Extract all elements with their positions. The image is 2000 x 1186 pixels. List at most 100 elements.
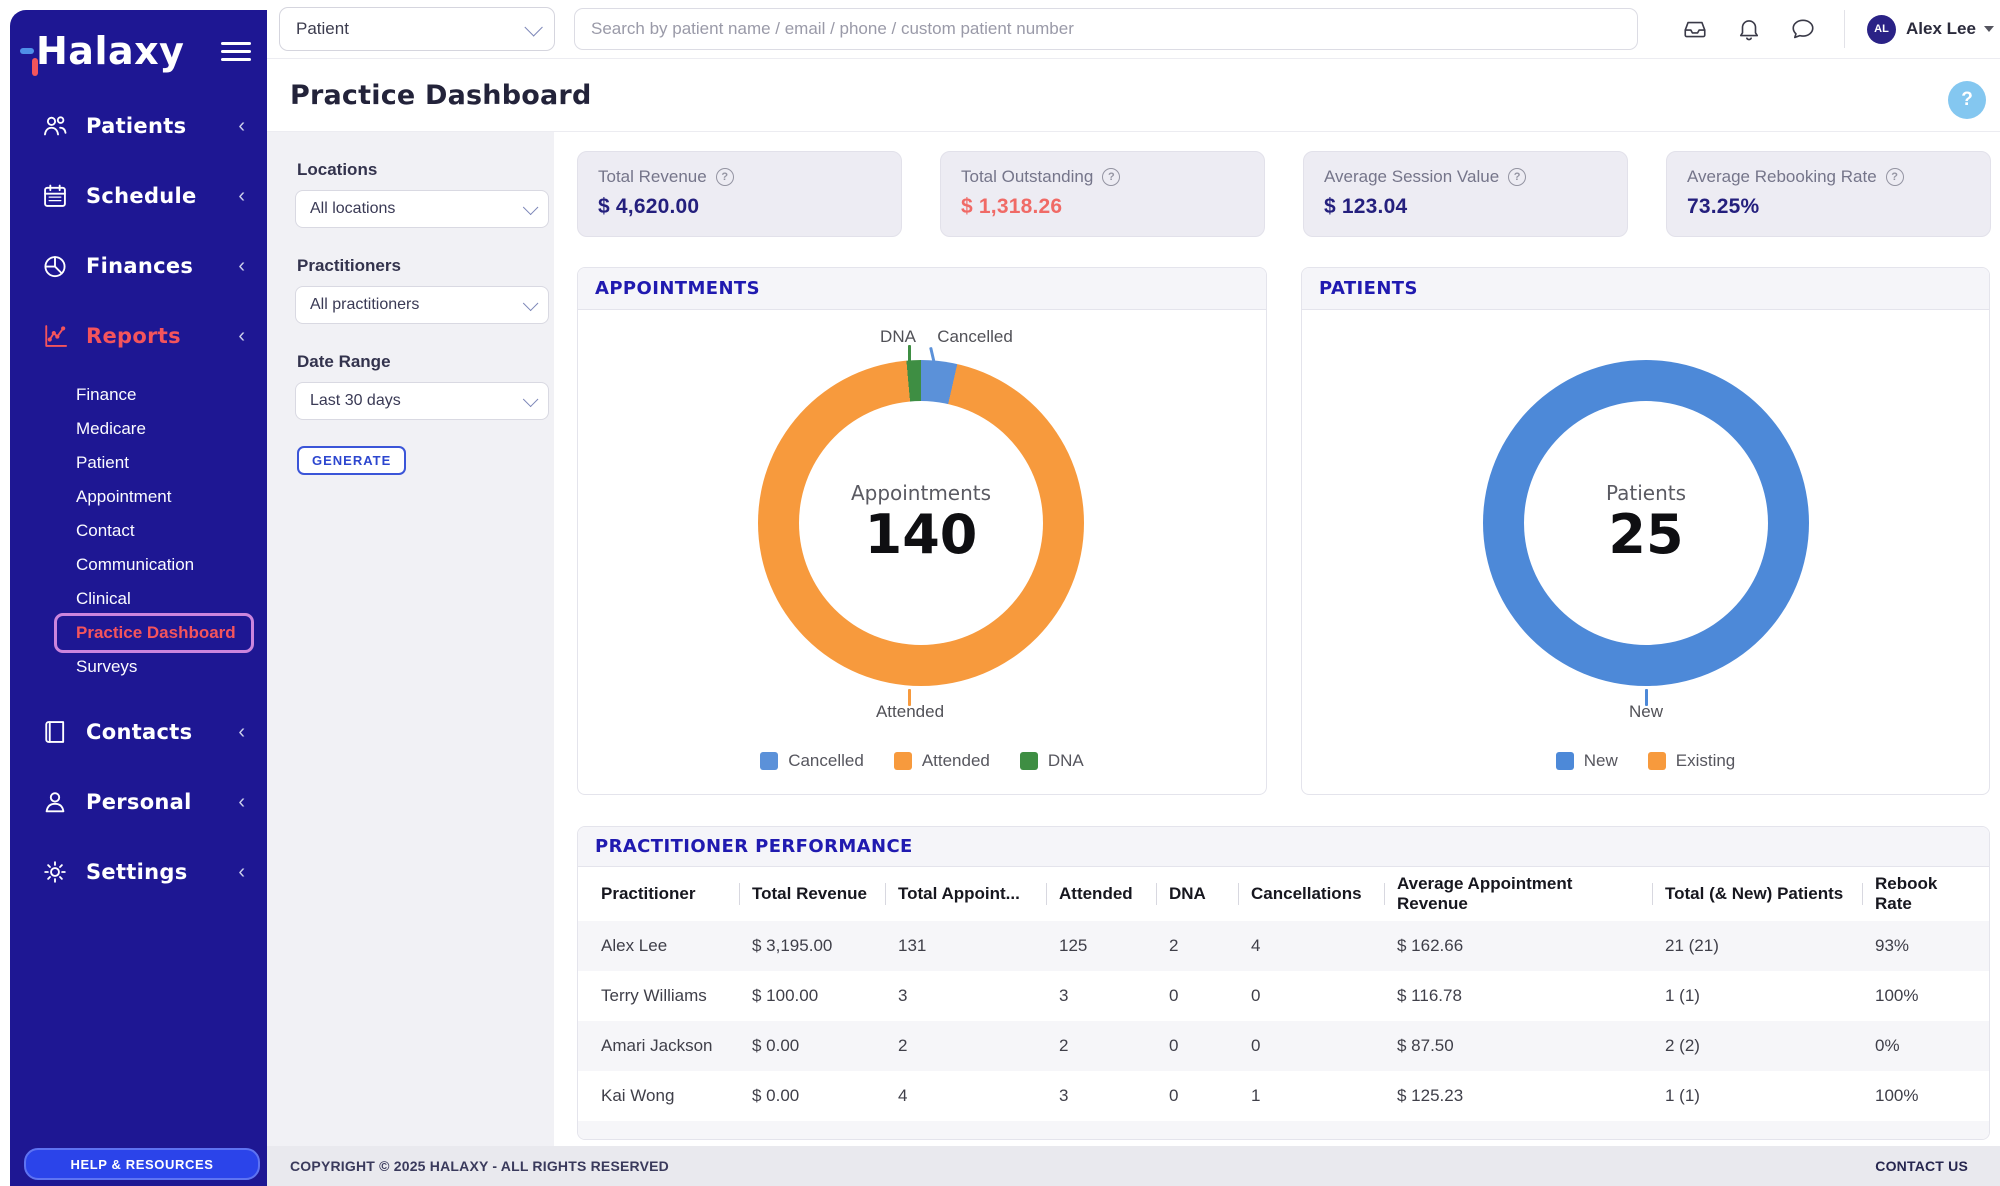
reports-subnav: Finance Medicare Patient Appointment Con… — [10, 378, 267, 684]
settings-gear-icon — [40, 857, 70, 887]
copyright-text: COPYRIGHT © 2025 HALAXY - ALL RIGHTS RES… — [290, 1158, 669, 1174]
chevron-left-icon: ‹ — [238, 792, 245, 812]
stat-card-average-session-value: Average Session Value ? $ 123.04 — [1303, 151, 1628, 237]
notifications-bell-icon[interactable] — [1736, 16, 1762, 42]
legend-item-existing[interactable]: Existing — [1648, 751, 1736, 771]
subnav-item-practice-dashboard[interactable]: Practice Dashboard — [10, 616, 267, 650]
help-circle-icon[interactable]: ? — [1886, 168, 1904, 186]
chevron-left-icon: ‹ — [238, 116, 245, 136]
sidebar-item-label: Finances — [86, 254, 193, 278]
appointments-donut-chart: Appointments 140 — [758, 360, 1084, 686]
sidebar-item-settings[interactable]: Settings ‹ — [24, 850, 253, 894]
locations-label: Locations — [297, 160, 554, 180]
cell-avg-appointment-revenue: $ 87.50 — [1397, 1036, 1665, 1056]
cell-practitioner: Alex Lee — [601, 936, 752, 956]
subnav-item-medicare[interactable]: Medicare — [10, 412, 267, 446]
finances-icon — [40, 251, 70, 281]
cell-dna: 0 — [1169, 1086, 1251, 1106]
subnav-item-surveys[interactable]: Surveys — [10, 650, 267, 684]
topbar-icons — [1682, 16, 1816, 42]
column-header: Attended — [1059, 884, 1169, 904]
subnav-item-patient[interactable]: Patient — [10, 446, 267, 480]
appointments-center-value: 140 — [865, 505, 978, 564]
search-input[interactable] — [591, 19, 1621, 39]
inbox-icon[interactable] — [1682, 16, 1708, 42]
patients-panel-header: PATIENTS — [1302, 268, 1989, 310]
legend-item-cancelled[interactable]: Cancelled — [760, 751, 864, 771]
column-header: Cancellations — [1251, 884, 1397, 904]
chat-icon[interactable] — [1790, 16, 1816, 42]
cell-cancellations: 4 — [1251, 936, 1397, 956]
subnav-item-label: Practice Dashboard — [76, 623, 236, 642]
sidebar-item-patients[interactable]: Patients ‹ — [24, 104, 253, 148]
sidebar-item-label: Schedule — [86, 184, 197, 208]
stat-card-average-rebooking-rate: Average Rebooking Rate ? 73.25% — [1666, 151, 1991, 237]
appointments-donut-center: Appointments 140 — [799, 401, 1043, 645]
chevron-left-icon: ‹ — [238, 256, 245, 276]
stat-label: Total Outstanding — [961, 167, 1093, 187]
topbar-divider — [1844, 10, 1845, 48]
table-row: Terry Williams $ 100.00 3 3 0 0 $ 116.78… — [578, 971, 1989, 1021]
subnav-item-appointment[interactable]: Appointment — [10, 480, 267, 514]
sidebar-item-personal[interactable]: Personal ‹ — [24, 780, 253, 824]
patients-donut-center: Patients 25 — [1524, 401, 1768, 645]
practitioner-performance-panel: PRACTITIONER PERFORMANCE Practitioner To… — [577, 826, 1990, 1140]
cell-rebook-rate: 0% — [1875, 1036, 1990, 1056]
practitioners-select[interactable]: All practitioners — [295, 286, 549, 324]
stat-value: $ 1,318.26 — [961, 195, 1244, 219]
practitioners-value: All practitioners — [310, 296, 419, 314]
subnav-item-clinical[interactable]: Clinical — [10, 582, 267, 616]
help-resources-button[interactable]: HELP & RESOURCES — [24, 1148, 260, 1180]
sidebar-item-label: Settings — [86, 860, 188, 884]
attended-callout-label: Attended — [850, 702, 970, 722]
subnav-item-contact[interactable]: Contact — [10, 514, 267, 548]
logo-blue-dash-icon — [20, 48, 34, 54]
appointments-center-label: Appointments — [851, 481, 991, 505]
chevron-down-icon — [523, 199, 539, 215]
stat-value: $ 4,620.00 — [598, 195, 881, 219]
legend-item-attended[interactable]: Attended — [894, 751, 990, 771]
help-circle-icon[interactable]: ? — [716, 168, 734, 186]
sidebar-item-finances[interactable]: Finances ‹ — [24, 244, 253, 288]
schedule-icon — [40, 181, 70, 211]
cell-rebook-rate: 100% — [1875, 986, 1990, 1006]
table-row: Alex Lee $ 3,195.00 131 125 2 4 $ 162.66… — [578, 921, 1989, 971]
halaxy-logo[interactable]: Halaxy — [36, 32, 184, 70]
sidebar-item-schedule[interactable]: Schedule ‹ — [24, 174, 253, 218]
table-header-row: Practitioner Total Revenue Total Appoint… — [578, 867, 1989, 921]
date-range-select[interactable]: Last 30 days — [295, 382, 549, 420]
help-button[interactable]: ? — [1948, 81, 1986, 119]
topbar: Patient AL Alex Lee — [267, 0, 2000, 59]
search-type-select[interactable]: Patient — [279, 7, 555, 51]
date-range-value: Last 30 days — [310, 392, 401, 410]
filters-panel: Locations All locations Practitioners Al… — [267, 132, 554, 1146]
legend-item-new[interactable]: New — [1556, 751, 1618, 771]
legend-item-dna[interactable]: DNA — [1020, 751, 1084, 771]
sidebar-item-reports[interactable]: Reports ‹ — [24, 314, 253, 358]
cell-attended: 2 — [1059, 1036, 1169, 1056]
avatar: AL — [1867, 15, 1896, 44]
sidebar-item-contacts[interactable]: Contacts ‹ — [24, 710, 253, 754]
stat-label: Average Rebooking Rate — [1687, 167, 1877, 187]
appointments-panel-title: APPOINTMENTS — [595, 278, 760, 299]
subnav-item-finance[interactable]: Finance — [10, 378, 267, 412]
column-header: DNA — [1169, 884, 1251, 904]
user-menu[interactable]: AL Alex Lee — [1867, 15, 1994, 44]
table-row: Amari Jackson $ 0.00 2 2 0 0 $ 87.50 2 (… — [578, 1021, 1989, 1071]
help-circle-icon[interactable]: ? — [1508, 168, 1526, 186]
legend-label: Attended — [922, 751, 990, 771]
help-circle-icon[interactable]: ? — [1102, 168, 1120, 186]
generate-button[interactable]: GENERATE — [297, 446, 406, 475]
contact-us-link[interactable]: CONTACT US — [1875, 1158, 1968, 1174]
cell-total-new-patients: 21 (21) — [1665, 936, 1875, 956]
subnav-item-communication[interactable]: Communication — [10, 548, 267, 582]
locations-select[interactable]: All locations — [295, 190, 549, 228]
hamburger-menu-icon[interactable] — [221, 37, 251, 66]
cell-avg-appointment-revenue: $ 125.23 — [1397, 1086, 1665, 1106]
patients-center-label: Patients — [1606, 481, 1686, 505]
column-header: Average Appointment Revenue — [1397, 874, 1665, 914]
cell-total-revenue: $ 0.00 — [752, 1086, 898, 1106]
cell-attended: 125 — [1059, 936, 1169, 956]
legend-label: New — [1584, 751, 1618, 771]
sidebar-item-label: Reports — [86, 324, 181, 348]
